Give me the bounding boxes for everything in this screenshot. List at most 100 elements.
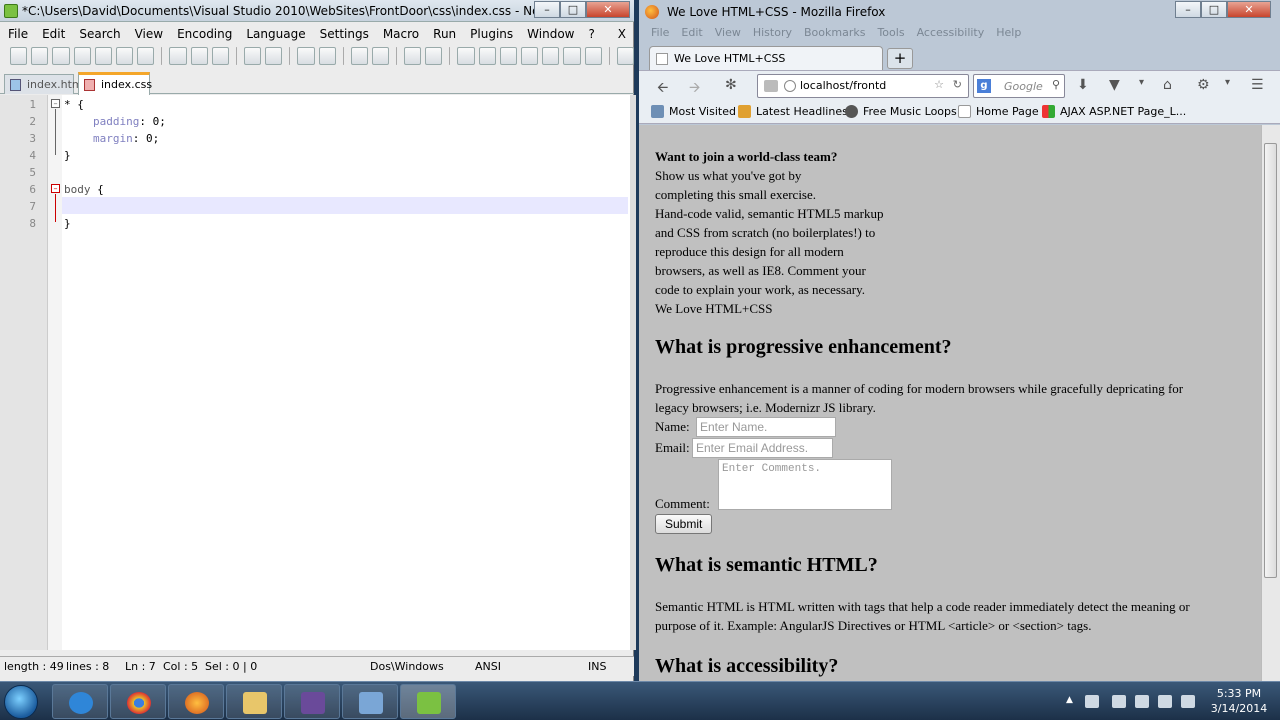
close-button[interactable]: ✕ xyxy=(586,1,630,18)
extension-icon[interactable]: ⚙ xyxy=(1197,77,1210,93)
close-button[interactable]: ✕ xyxy=(1227,1,1271,18)
user-language-icon[interactable] xyxy=(520,47,539,65)
menu-file[interactable]: File xyxy=(651,26,669,44)
zoom-in-icon[interactable] xyxy=(350,47,368,65)
zoom-out-icon[interactable] xyxy=(371,47,390,65)
comment-textarea[interactable]: Enter Comments. xyxy=(718,459,892,510)
bookmark-free-music-loops[interactable]: Free Music Loops xyxy=(845,105,957,118)
menu-window[interactable]: Window xyxy=(527,27,574,41)
menu-history[interactable]: History xyxy=(753,26,792,44)
save-icon[interactable] xyxy=(52,47,70,65)
record-macro-icon[interactable] xyxy=(616,47,634,65)
minimize-button[interactable]: – xyxy=(1175,1,1201,18)
cut-icon[interactable] xyxy=(169,47,187,65)
search-icon[interactable]: ⚲ xyxy=(1052,78,1060,91)
menu-macro[interactable]: Macro xyxy=(383,27,419,41)
taskbar-ie[interactable] xyxy=(52,684,108,719)
close-document-button[interactable]: X xyxy=(618,27,626,41)
menu-language[interactable]: Language xyxy=(246,27,305,41)
action-center-icon[interactable] xyxy=(1135,695,1149,708)
power-icon[interactable] xyxy=(1181,695,1195,708)
sync-horizontal-icon[interactable] xyxy=(425,47,443,65)
tray-app-icon[interactable] xyxy=(1085,695,1099,708)
taskbar-explorer[interactable] xyxy=(226,684,282,719)
menu-plugins[interactable]: Plugins xyxy=(470,27,513,41)
redo-icon[interactable] xyxy=(265,47,283,65)
url-bar[interactable]: localhost/frontd ☆ ↻ xyxy=(757,74,969,98)
email-input[interactable]: Enter Email Address. xyxy=(692,438,833,458)
tab-index-css[interactable]: index.css xyxy=(78,72,152,95)
browser-tab[interactable]: We Love HTML+CSS xyxy=(649,46,883,70)
menu-encoding[interactable]: Encoding xyxy=(177,27,232,41)
monitoring-icon[interactable] xyxy=(584,47,602,65)
menu-file[interactable]: File xyxy=(8,27,28,41)
show-hidden-icons[interactable]: ▲ xyxy=(1066,695,1074,708)
network-icon[interactable] xyxy=(1158,695,1172,708)
reload-icon[interactable]: ↻ xyxy=(953,78,962,91)
copy-icon[interactable] xyxy=(190,47,208,65)
menu-view[interactable]: View xyxy=(135,27,163,41)
word-wrap-icon[interactable] xyxy=(457,47,475,65)
scrollbar-thumb[interactable] xyxy=(1264,143,1277,578)
taskbar-firefox[interactable] xyxy=(168,684,224,719)
close-all-icon[interactable] xyxy=(116,47,134,65)
new-file-icon[interactable] xyxy=(10,47,28,65)
bookmark-latest-headlines[interactable]: Latest Headlines xyxy=(738,105,848,118)
taskbar-remote-desktop[interactable] xyxy=(342,684,398,719)
addon-icon[interactable]: ✻ xyxy=(725,77,737,93)
ff-titlebar[interactable]: We Love HTML+CSS - Mozilla Firefox – □ ✕ xyxy=(639,0,1280,24)
menu-icon[interactable]: ☰ xyxy=(1251,77,1264,93)
maximize-button[interactable]: □ xyxy=(1201,1,1227,18)
minimize-button[interactable]: – xyxy=(534,1,560,18)
start-button[interactable] xyxy=(4,685,38,719)
sync-vertical-icon[interactable] xyxy=(404,47,422,65)
open-file-icon[interactable] xyxy=(31,47,49,65)
submit-button[interactable]: Submit xyxy=(655,514,713,534)
doc-map-icon[interactable] xyxy=(542,47,560,65)
menu-run[interactable]: Run xyxy=(433,27,456,41)
bookmark-ajax-aspnet[interactable]: AJAX ASP.NET Page_L... xyxy=(1042,105,1186,118)
replace-icon[interactable] xyxy=(318,47,336,65)
show-all-chars-icon[interactable] xyxy=(478,47,496,65)
menu-edit[interactable]: Edit xyxy=(681,26,702,44)
volume-icon[interactable] xyxy=(1112,695,1126,708)
menu-bookmarks[interactable]: Bookmarks xyxy=(804,26,865,44)
name-input[interactable]: Enter Name. xyxy=(696,417,836,437)
close-file-icon[interactable] xyxy=(94,47,113,65)
forward-arrow-icon[interactable]: 🡪 xyxy=(689,77,700,101)
bookmark-star-icon[interactable]: ☆ xyxy=(934,78,944,91)
dropdown-icon[interactable]: ▾ xyxy=(1139,77,1144,88)
menu-view[interactable]: View xyxy=(715,26,741,44)
maximize-button[interactable]: □ xyxy=(560,1,586,18)
search-bar[interactable]: g Google ⚲ xyxy=(973,74,1065,98)
find-icon[interactable] xyxy=(297,47,315,65)
home-icon[interactable]: ⌂ xyxy=(1163,77,1172,93)
downloads-icon[interactable]: ⬇ xyxy=(1077,77,1089,93)
taskbar-notepadpp[interactable] xyxy=(400,684,456,719)
paste-icon[interactable] xyxy=(211,47,229,65)
fold-toggle-icon[interactable]: – xyxy=(51,99,60,108)
menu-help[interactable]: ? xyxy=(588,27,594,41)
tab-index-html[interactable]: index.html xyxy=(4,74,86,94)
menu-search[interactable]: Search xyxy=(79,27,120,41)
menu-settings[interactable]: Settings xyxy=(320,27,369,41)
menu-help[interactable]: Help xyxy=(996,26,1021,44)
function-list-icon[interactable] xyxy=(563,47,581,65)
new-tab-button[interactable]: + xyxy=(887,48,913,69)
dropdown-icon[interactable]: ▾ xyxy=(1225,77,1230,88)
page-scrollbar[interactable] xyxy=(1261,125,1280,681)
fold-toggle-icon[interactable]: – xyxy=(51,184,60,193)
npp-titlebar[interactable]: *C:\Users\David\Documents\Visual Studio … xyxy=(0,0,634,22)
taskbar-visual-studio[interactable] xyxy=(284,684,340,719)
print-icon[interactable] xyxy=(137,47,155,65)
bookmark-home-page[interactable]: Home Page xyxy=(958,105,1039,118)
pocket-icon[interactable]: ▼ xyxy=(1109,77,1120,93)
save-all-icon[interactable] xyxy=(73,47,91,65)
code-editor[interactable]: 1 2 3 4 5 6 7 8 – – * { padding: 0; marg… xyxy=(0,95,630,650)
back-arrow-icon[interactable]: 🡨 xyxy=(657,77,668,101)
taskbar-chrome[interactable] xyxy=(110,684,166,719)
bookmark-most-visited[interactable]: Most Visited xyxy=(651,105,736,118)
indent-guide-icon[interactable] xyxy=(499,47,517,65)
system-clock[interactable]: 5:33 PM 3/14/2014 xyxy=(1200,686,1278,716)
undo-icon[interactable] xyxy=(243,47,262,65)
